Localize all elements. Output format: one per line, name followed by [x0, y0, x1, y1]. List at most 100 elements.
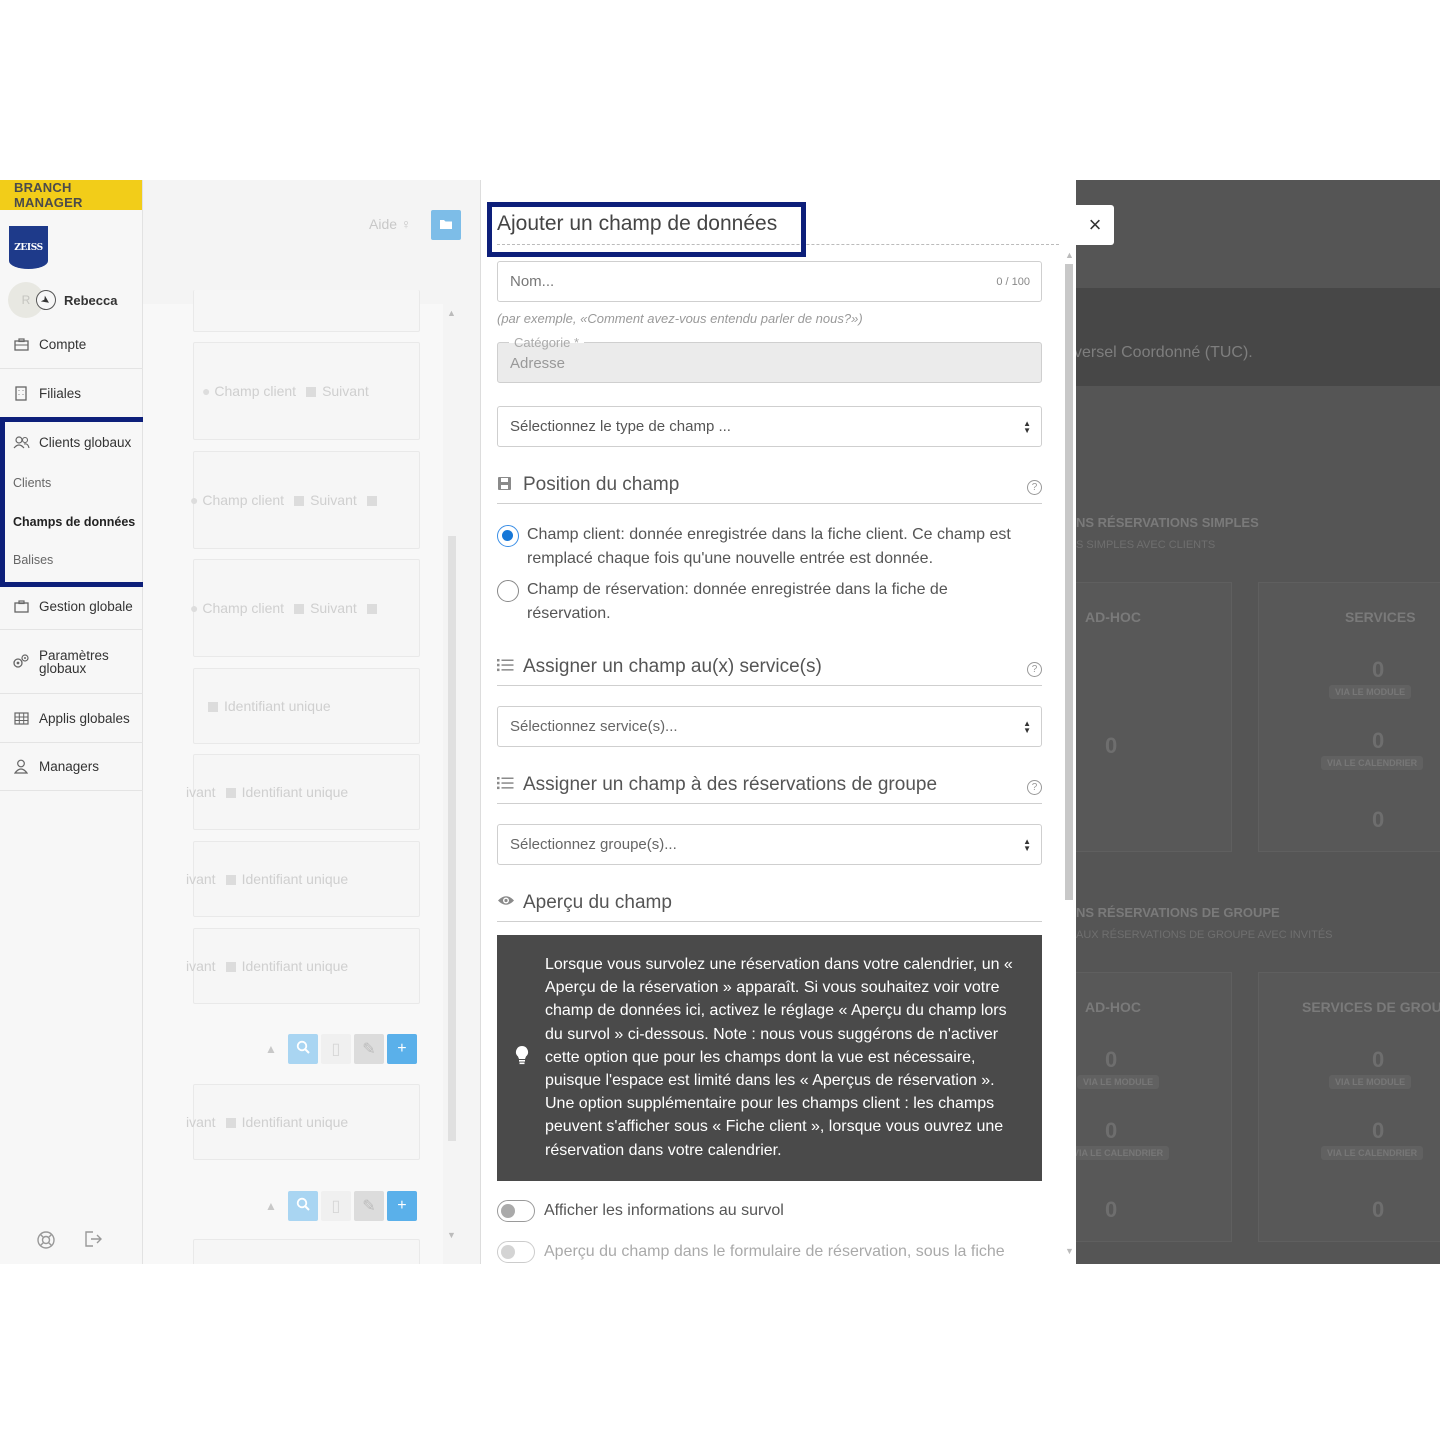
sidebar-item-clients-globaux[interactable]: Clients globaux	[0, 418, 143, 466]
delete-button[interactable]: ▯	[320, 1034, 351, 1064]
chevron-up-icon[interactable]: ▲	[265, 1199, 277, 1213]
chevron-up-icon[interactable]: ▲	[265, 1042, 277, 1056]
support-icon[interactable]	[36, 1230, 56, 1255]
field-tag: Identifiant unique	[241, 1114, 349, 1130]
list-item[interactable]	[193, 1239, 420, 1264]
field-order: ivant	[186, 784, 216, 800]
list-icon	[497, 774, 517, 794]
search-icon	[296, 1040, 310, 1059]
list-item[interactable]: ● Champ client Suivant	[193, 342, 420, 440]
sidebar-item-parametres-globaux[interactable]: Paramètres globaux	[0, 630, 143, 694]
sidebar-subitem-clients[interactable]: Clients	[13, 476, 51, 490]
search-button[interactable]	[287, 1034, 318, 1064]
card-text: ivant Identifiant unique	[186, 958, 348, 974]
sidebar-item-managers[interactable]: Managers	[0, 743, 143, 791]
users-icon	[12, 434, 30, 450]
manager-icon	[12, 759, 30, 775]
help-icon[interactable]: ?	[1027, 780, 1042, 795]
scroll-up-icon[interactable]: ▲	[1065, 250, 1074, 260]
group-services-title: SERVICES DE GROU	[1302, 999, 1440, 1015]
field-order: ivant	[186, 1114, 216, 1130]
user-block[interactable]: R ➤ Rebecca	[8, 282, 117, 318]
gears-icon	[12, 654, 30, 670]
edit-button[interactable]: ✎	[353, 1191, 384, 1221]
stat-value: 0	[1372, 657, 1385, 682]
add-button[interactable]: +	[386, 1034, 417, 1064]
title-divider	[497, 244, 1059, 245]
toggle-form-preview[interactable]: Aperçu du champ dans le formulaire de ré…	[497, 1241, 1005, 1263]
square-icon	[225, 1118, 236, 1128]
list-item[interactable]: ivant Identifiant unique	[186, 1084, 420, 1160]
search-icon	[296, 1197, 310, 1216]
sidebar-item-label: Compte	[39, 337, 87, 352]
help-icon[interactable]: ?	[1027, 662, 1042, 677]
toggle-switch[interactable]	[497, 1241, 535, 1263]
name-input[interactable]: Nom... 0 / 100	[497, 261, 1042, 302]
select-arrows-icon: ▲ ▼	[1023, 837, 1031, 853]
toggle-switch[interactable]	[497, 1200, 535, 1222]
via-module-badge: VIA LE MODULE	[1329, 685, 1412, 699]
plus-icon: +	[397, 1197, 407, 1214]
sidebar-subitem-balises[interactable]: Balises	[13, 553, 53, 567]
field-type-select[interactable]: Sélectionnez le type de champ ... ▲ ▼	[497, 406, 1042, 447]
dialog-scrollbar[interactable]: ▲ ▼	[1063, 250, 1075, 1264]
sidebar-item-gestion-globale[interactable]: Gestion globale	[0, 582, 143, 630]
square-icon	[306, 387, 317, 397]
list-item[interactable]: ● Champ client Suivant	[190, 559, 420, 657]
help-link[interactable]: Aide ♀	[369, 216, 411, 232]
folder-button[interactable]	[431, 210, 461, 240]
square-icon	[366, 604, 377, 614]
search-button[interactable]	[287, 1191, 318, 1221]
scroll-down-icon[interactable]: ▼	[1065, 1246, 1074, 1256]
scroll-thumb[interactable]	[1065, 264, 1073, 900]
radio-client-field[interactable]: Champ client: donnée enregistrée dans la…	[497, 525, 1042, 571]
plus-icon: +	[397, 1040, 407, 1057]
services-select[interactable]: Sélectionnez service(s)... ▲ ▼	[497, 706, 1042, 747]
sidebar: BRANCH MANAGER ZEISS R ➤ Rebecca Compte …	[0, 180, 143, 1264]
scroll-up-icon[interactable]: ▲	[447, 308, 456, 318]
sidebar-footer	[36, 1230, 104, 1255]
logout-icon[interactable]	[84, 1230, 104, 1255]
stat-value: 0	[1372, 728, 1385, 753]
delete-button[interactable]: ▯	[320, 1191, 351, 1221]
card-text: ● Champ client Suivant	[202, 383, 369, 399]
list-item[interactable]	[193, 290, 420, 332]
scroll-down-icon[interactable]: ▼	[447, 1230, 456, 1240]
list-item[interactable]: Identifiant unique	[193, 668, 420, 744]
close-button[interactable]: ×	[1076, 205, 1114, 245]
close-icon: ×	[1088, 212, 1102, 237]
sidebar-subitem-champs-de-donnees[interactable]: Champs de données	[13, 515, 135, 529]
groups-select-value: Sélectionnez groupe(s)...	[510, 836, 677, 853]
card-text: ● Champ client Suivant	[190, 600, 383, 616]
select-arrows-icon: ▲ ▼	[1023, 419, 1031, 435]
radio-reservation-field[interactable]: Champ de réservation: donnée enregistrée…	[497, 580, 1042, 626]
add-button[interactable]: +	[386, 1191, 417, 1221]
sidebar-item-filiales[interactable]: Filiales	[0, 369, 143, 418]
via-module-badge: VIA LE MODULE	[1329, 1075, 1412, 1089]
help-icon[interactable]: ?	[1027, 480, 1042, 495]
sidebar-item-label: Paramètres globaux	[39, 647, 109, 676]
card-text: ivant Identifiant unique	[186, 871, 348, 887]
sidebar-item-applis-globales[interactable]: Applis globales	[0, 694, 143, 743]
radio-button[interactable]	[497, 580, 519, 602]
card-text: Identifiant unique	[200, 698, 331, 714]
list-item[interactable]: ● Champ client Suivant	[190, 451, 420, 549]
briefcase-icon	[12, 337, 30, 353]
list-item[interactable]: ivant Identifiant unique	[186, 754, 420, 830]
category-value: Adresse	[510, 355, 566, 372]
card-text: ● Champ client Suivant	[190, 492, 383, 508]
scroll-thumb[interactable]	[448, 536, 456, 1141]
group-section-title: NS RÉSERVATIONS DE GROUPE	[1076, 905, 1280, 920]
list-icon	[497, 656, 517, 676]
list-item[interactable]: ivant Identifiant unique	[186, 928, 420, 1004]
list-item[interactable]: ivant Identifiant unique	[186, 841, 420, 917]
preview-info-text: Lorsque vous survolez une réservation da…	[545, 956, 1013, 1159]
edit-button[interactable]: ✎	[353, 1034, 384, 1064]
radio-button[interactable]	[497, 525, 519, 547]
groups-select[interactable]: Sélectionnez groupe(s)... ▲ ▼	[497, 824, 1042, 865]
list-scrollbar[interactable]: ▲ ▼	[445, 304, 457, 1244]
sidebar-item-compte[interactable]: Compte	[0, 321, 143, 369]
toggle-hover-info[interactable]: Afficher les informations au survol	[497, 1200, 784, 1222]
list-panel: Aide ♀ ● Champ client Suivant ● Champ cli…	[143, 180, 480, 1264]
app: BRANCH MANAGER ZEISS R ➤ Rebecca Compte …	[0, 180, 1440, 1264]
